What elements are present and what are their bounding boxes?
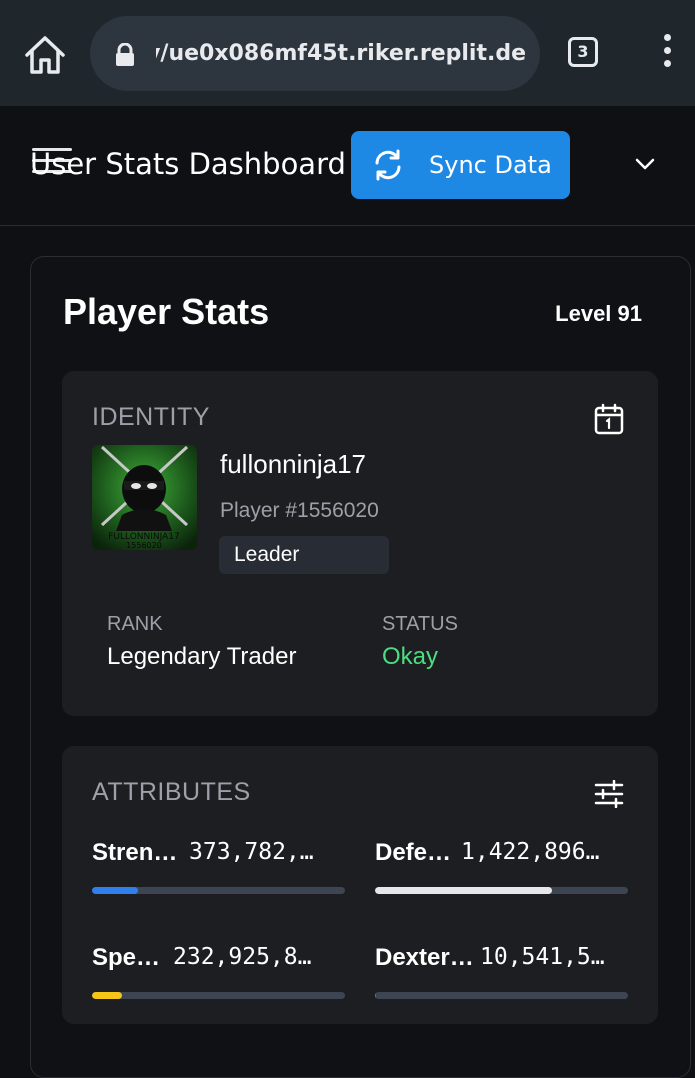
attributes-heading: ATTRIBUTES — [92, 778, 251, 806]
identity-heading: IDENTITY — [92, 403, 210, 431]
rank-label: RANK — [107, 613, 163, 635]
tab-switcher-button[interactable]: 3 — [568, 37, 598, 67]
attribute-bar-fill — [375, 887, 553, 894]
attribute-name: Stren… — [92, 839, 178, 866]
chevron-down-icon[interactable] — [632, 154, 658, 174]
attribute-bar — [92, 992, 345, 999]
refresh-icon — [371, 148, 405, 182]
home-icon[interactable] — [22, 33, 68, 77]
identity-panel: IDENTITY FULLONNINJA17 1556020 fullonnin… — [62, 371, 658, 716]
attribute-speed: Spe… 232,925,8… — [92, 944, 345, 1014]
app-header: User Stats Dashboard Sync Data — [0, 106, 695, 226]
attribute-value: 1,422,896… — [461, 839, 600, 865]
card-title: Player Stats — [63, 291, 270, 332]
svg-text:1556020: 1556020 — [126, 541, 162, 550]
attribute-bar — [375, 992, 628, 999]
sync-data-button[interactable]: Sync Data — [351, 131, 570, 199]
player-username: fullonninja17 — [220, 449, 367, 479]
attribute-bar — [92, 887, 345, 894]
rank-value: Legendary Trader — [107, 643, 297, 670]
page-title: User Stats Dashboard — [30, 147, 346, 181]
avatar: FULLONNINJA17 1556020 — [92, 445, 197, 550]
attribute-bar-fill — [375, 992, 376, 999]
level-badge: Level 91 — [555, 301, 642, 326]
attribute-value: 10,541,5… — [480, 944, 605, 970]
attribute-name: Spe… — [92, 944, 161, 971]
attribute-value: 232,925,8… — [173, 944, 312, 970]
attribute-value: 373,782,… — [189, 839, 314, 865]
player-stats-card: Player Stats Level 91 IDENTITY FULLONNIN… — [30, 256, 691, 1078]
address-bar[interactable]: replit.dev/ue0x086mf45t.riker.replit.de — [90, 16, 540, 91]
sync-data-label: Sync Data — [429, 151, 552, 179]
url-text: replit.dev/ue0x086mf45t.riker.replit.de — [156, 41, 526, 66]
browser-menu-icon[interactable] — [658, 34, 676, 74]
status-label: STATUS — [382, 613, 458, 635]
attribute-bar — [375, 887, 628, 894]
attribute-name: Defe… — [375, 839, 452, 866]
attribute-dexterity: Dexter… 10,541,5… — [375, 944, 628, 1014]
attribute-name: Dexter… — [375, 944, 474, 971]
attribute-strength: Stren… 373,782,… — [92, 839, 345, 909]
hamburger-menu-icon[interactable] — [32, 148, 72, 178]
browser-toolbar: replit.dev/ue0x086mf45t.riker.replit.de … — [0, 0, 695, 106]
attribute-defense: Defe… 1,422,896… — [375, 839, 628, 909]
calendar-icon[interactable] — [594, 403, 624, 435]
player-id: Player #1556020 — [220, 499, 379, 522]
attributes-panel: ATTRIBUTES Stren… 373,782,… Defe… 1,422,… — [62, 746, 658, 1024]
attribute-bar-fill — [92, 887, 138, 894]
lock-icon — [114, 42, 136, 67]
status-value: Okay — [382, 643, 439, 670]
attribute-bar-fill — [92, 992, 123, 999]
role-badge: Leader — [219, 536, 389, 574]
filter-icon[interactable] — [594, 779, 624, 809]
